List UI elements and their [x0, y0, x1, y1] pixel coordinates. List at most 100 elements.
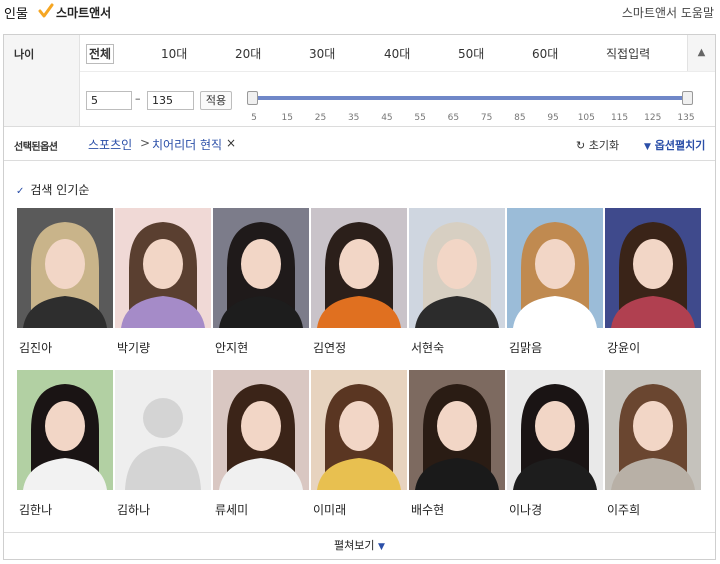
person-card[interactable]: 박기량 [115, 208, 211, 358]
person-photo[interactable] [17, 208, 113, 328]
person-photo[interactable] [311, 370, 407, 490]
reset-button[interactable]: ↻ 초기화 [576, 137, 619, 153]
remove-option-icon[interactable]: × [226, 136, 236, 150]
person-name[interactable]: 김맑음 [509, 339, 542, 356]
age-label-column: 나이 [4, 35, 80, 126]
slider-max-handle[interactable] [682, 91, 693, 105]
slider-tick-label: 5 [251, 113, 257, 123]
person-photo[interactable] [213, 208, 309, 328]
slider-tick-label: 135 [677, 113, 695, 123]
person-name[interactable]: 안지현 [215, 339, 248, 356]
person-name[interactable]: 서현숙 [411, 339, 444, 356]
person-photo[interactable] [605, 370, 701, 490]
person-photo[interactable] [409, 370, 505, 490]
person-card[interactable]: 김맑음 [507, 208, 603, 358]
person-name[interactable]: 강윤이 [607, 339, 640, 356]
age-tab-30s[interactable]: 30대 [309, 44, 335, 64]
max-age-input[interactable]: 135 [147, 91, 194, 110]
age-tab-40s[interactable]: 40대 [384, 44, 410, 64]
reset-label: 초기화 [588, 139, 620, 152]
slider-tick-label: 55 [414, 113, 426, 123]
person-photo[interactable] [17, 370, 113, 490]
help-link[interactable]: 스마트앤서 도움말 [622, 4, 714, 21]
person-photo[interactable] [507, 208, 603, 328]
age-tab-all[interactable]: 전체 [86, 44, 115, 64]
person-name[interactable]: 이주희 [607, 501, 640, 518]
crumb-separator-icon: > [140, 136, 151, 150]
age-tab-10s[interactable]: 10대 [161, 44, 187, 64]
person-card[interactable]: 김진아 [17, 208, 113, 358]
slider-tick-label: 75 [480, 113, 493, 123]
person-photo[interactable] [507, 370, 603, 490]
min-age-input[interactable]: 5 [86, 91, 132, 110]
age-tab-50s[interactable]: 50대 [458, 44, 484, 64]
slider-tick-label: 85 [514, 113, 526, 123]
person-card[interactable]: 이주희 [605, 370, 701, 520]
person-name[interactable]: 박기량 [117, 339, 150, 356]
selected-options-row: 선택된옵션 스포츠인 > 치어리더 현직 × ↻ 초기화 ▼ 옵션펼치기 [4, 127, 715, 161]
slider-tick-label: 45 [381, 113, 393, 123]
slider-tick-label: 15 [281, 113, 293, 123]
slider-min-handle[interactable] [247, 91, 258, 105]
person-card[interactable]: 배수현 [409, 370, 505, 520]
person-name[interactable]: 이미래 [313, 501, 346, 518]
person-card[interactable]: 김한나 [17, 370, 113, 520]
sort-label: 검색 인기순 [30, 183, 90, 197]
person-name[interactable]: 류세미 [215, 501, 248, 518]
slider-tick-label: 105 [577, 113, 595, 123]
section-title: 인물 [4, 7, 28, 22]
person-photo[interactable] [409, 208, 505, 328]
sort-option[interactable]: ✓ 검색 인기순 [16, 181, 89, 198]
person-photo[interactable] [311, 208, 407, 328]
expand-options-label: 옵션펼치기 [654, 139, 706, 152]
age-tab-20s[interactable]: 20대 [235, 44, 261, 64]
person-name[interactable]: 김진아 [19, 339, 52, 356]
slider-tick-label: 25 [314, 113, 327, 123]
person-card[interactable]: 안지현 [213, 208, 309, 358]
person-photo[interactable] [605, 208, 701, 328]
person-name[interactable]: 김하나 [117, 501, 150, 518]
slider-tick-label: 115 [610, 113, 629, 123]
person-name[interactable]: 김연정 [313, 339, 346, 356]
refresh-icon: ↻ [576, 139, 586, 152]
person-card[interactable]: 강윤이 [605, 208, 701, 358]
slider-tick-label: 65 [447, 113, 460, 123]
check-icon: ✓ [16, 186, 25, 197]
person-name[interactable]: 이나경 [509, 501, 542, 518]
range-dash: – [135, 92, 141, 105]
crumb-cheerleader[interactable]: 치어리더 현직 [152, 136, 222, 153]
header: 인물 스마트앤서 스마트앤서 도움말 [0, 0, 720, 26]
age-tab-custom[interactable]: 직접입력 [606, 44, 650, 64]
person-name[interactable]: 배수현 [411, 501, 444, 518]
more-label: 펼쳐보기 [334, 539, 375, 552]
divider [80, 71, 715, 72]
person-photo[interactable] [213, 370, 309, 490]
selected-options-label: 선택된옵션 [14, 142, 58, 153]
slider-tick-label: 95 [547, 113, 559, 123]
person-card[interactable]: 서현숙 [409, 208, 505, 358]
age-tab-60s[interactable]: 60대 [532, 44, 558, 64]
more-button[interactable]: 펼쳐보기 ▼ [4, 532, 715, 560]
filter-panel: 나이 전체 10대 20대 30대 40대 50대 60대 직접입력 ▲ 5 –… [3, 34, 716, 560]
smart-answer-check-icon [38, 3, 54, 18]
person-card[interactable]: 이나경 [507, 370, 603, 520]
age-slider-track[interactable] [254, 96, 690, 100]
smart-answer-label: 스마트앤서 [56, 6, 112, 20]
person-name[interactable]: 김한나 [19, 501, 52, 518]
person-photo[interactable] [115, 208, 211, 328]
person-card[interactable]: 김연정 [311, 208, 407, 358]
person-card[interactable]: 류세미 [213, 370, 309, 520]
apply-button[interactable]: 적용 [200, 91, 232, 110]
chevron-up-icon: ▲ [697, 47, 706, 58]
age-filter-row: 나이 전체 10대 20대 30대 40대 50대 60대 직접입력 ▲ 5 –… [4, 35, 715, 127]
person-card[interactable]: 김하나 [115, 370, 211, 520]
person-card[interactable]: 이미래 [311, 370, 407, 520]
collapse-button[interactable]: ▲ [687, 35, 715, 71]
chevron-down-icon: ▼ [378, 542, 385, 552]
age-label: 나이 [14, 48, 35, 61]
profile-placeholder-icon[interactable] [115, 370, 211, 490]
slider-tick-label: 125 [644, 113, 662, 123]
crumb-sports[interactable]: 스포츠인 [88, 136, 132, 153]
expand-options-button[interactable]: ▼ 옵션펼치기 [644, 137, 705, 153]
chevron-down-icon: ▼ [644, 142, 651, 152]
